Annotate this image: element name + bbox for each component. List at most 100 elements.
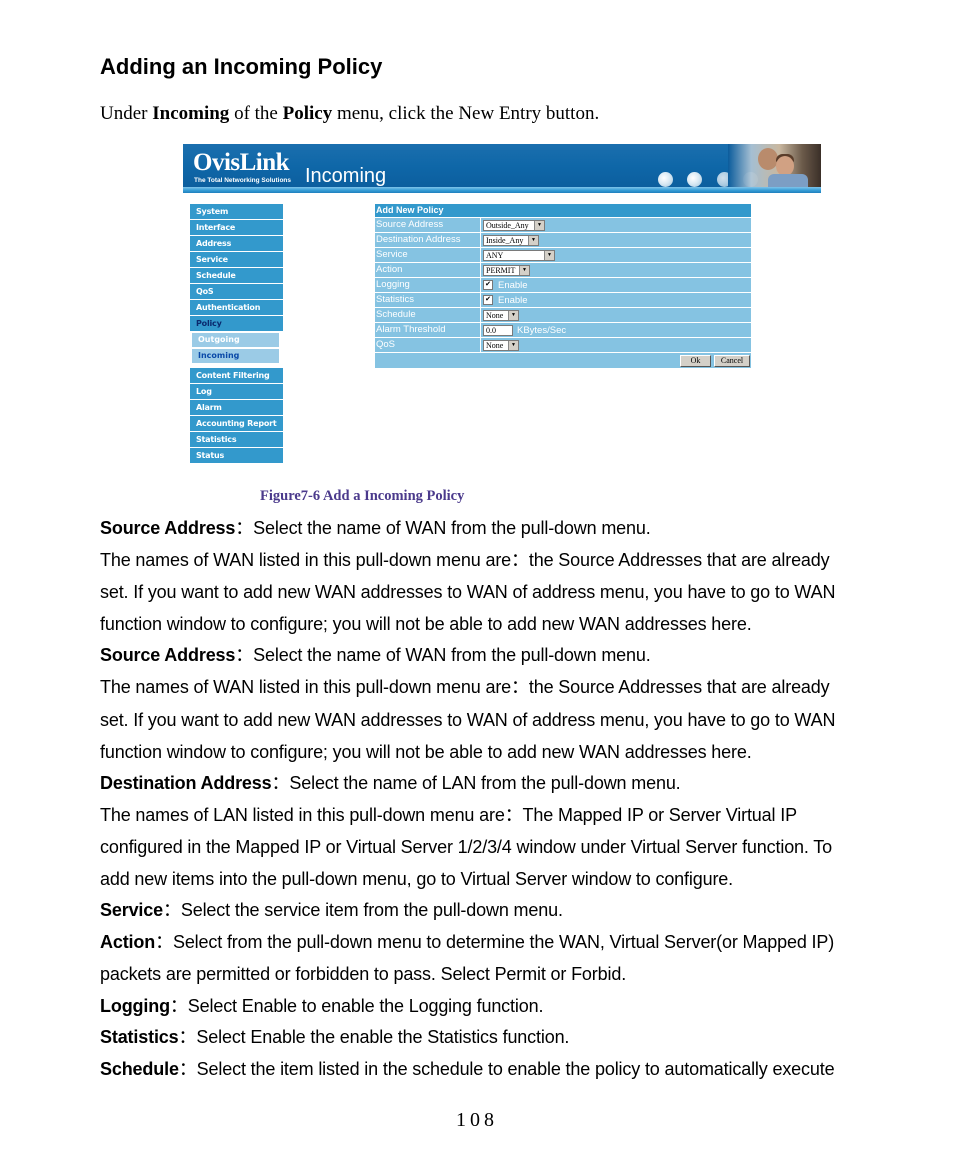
sidebar-item-authentication[interactable]: Authentication — [190, 300, 283, 315]
definition: The names of WAN listed in this pull-dow… — [100, 677, 830, 697]
source-address-value: Outside_Any — [486, 220, 529, 230]
chevron-down-icon: ▼ — [544, 250, 554, 260]
alarm-threshold-input[interactable]: 0.0 — [483, 324, 513, 336]
sidebar-item-service[interactable]: Service — [190, 252, 283, 267]
sidebar-item-schedule[interactable]: Schedule — [190, 268, 283, 283]
statistics-checkbox[interactable]: ✔ — [483, 295, 493, 305]
term: Source Address — [100, 518, 236, 538]
term: Action — [100, 932, 156, 952]
definition: ：Select the service item from the pull-d… — [163, 900, 563, 920]
paragraph-line: function window to configure; you will n… — [100, 614, 752, 634]
destination-address-label: Destination Address — [375, 233, 481, 247]
intro-paragraph: Under Incoming of the Policy menu, click… — [100, 103, 599, 125]
logging-checkbox[interactable]: ✔ — [483, 280, 493, 290]
service-value: ANY — [486, 250, 504, 260]
sidebar-item-content-filtering[interactable]: Content Filtering — [190, 368, 283, 383]
globe-icon — [658, 172, 673, 187]
service-label: Service — [375, 248, 481, 262]
logging-row: Logging ✔ Enable — [375, 277, 751, 292]
alarm-threshold-label: Alarm Threshold — [375, 323, 481, 337]
paragraph-line: function window to configure; you will n… — [100, 742, 752, 762]
qos-select[interactable]: None ▼ — [483, 339, 519, 351]
definition: packets are permitted or forbidden to pa… — [100, 964, 627, 984]
sidebar-item-address[interactable]: Address — [190, 236, 283, 251]
definition: set. If you want to add new WAN addresse… — [100, 710, 836, 730]
paragraph-line: configured in the Mapped IP or Virtual S… — [100, 837, 832, 857]
action-select[interactable]: PERMIT ▼ — [483, 264, 530, 276]
paragraph-line: Source Address：Select the name of WAN fr… — [100, 645, 651, 665]
sidebar-item-status[interactable]: Status — [190, 448, 283, 463]
app-banner: OvisLink The Total Networking Solutions … — [183, 144, 821, 193]
chevron-down-icon: ▼ — [508, 340, 518, 350]
service-select[interactable]: ANY ▼ — [483, 249, 555, 261]
sidebar-item-qos[interactable]: QoS — [190, 284, 283, 299]
paragraph-line: Schedule：Select the item listed in the s… — [100, 1059, 835, 1079]
logging-enable-label: Enable — [498, 279, 528, 291]
paragraph-line: packets are permitted or forbidden to pa… — [100, 964, 626, 984]
paragraph-line: Action：Select from the pull-down menu to… — [100, 932, 834, 952]
definition: configured in the Mapped IP or Virtual S… — [100, 837, 833, 857]
policy-submenu: Outgoing Incoming — [192, 332, 279, 366]
definition: set. If you want to add new WAN addresse… — [100, 582, 836, 602]
ovislink-logo: OvisLink — [193, 149, 290, 176]
banner-stripe — [183, 187, 821, 193]
intro-mid: of the — [229, 103, 283, 124]
cancel-button[interactable]: Cancel — [714, 354, 750, 367]
alarm-threshold-row: Alarm Threshold 0.0 KBytes/Sec — [375, 322, 751, 337]
embedded-screenshot: OvisLink The Total Networking Solutions … — [183, 144, 821, 466]
paragraph-line: Logging：Select Enable to enable the Logg… — [100, 996, 543, 1016]
definition: ：Select Enable the enable the Statistics… — [178, 1027, 570, 1047]
destination-address-row: Destination Address Inside_Any ▼ — [375, 232, 751, 247]
definition: The names of WAN listed in this pull-dow… — [100, 550, 830, 570]
sidebar-item-policy[interactable]: Policy — [190, 316, 283, 331]
definition: ：Select Enable to enable the Logging fun… — [169, 996, 544, 1016]
action-row: Action PERMIT ▼ — [375, 262, 751, 277]
logging-label: Logging — [375, 278, 481, 292]
qos-row: QoS None ▼ — [375, 337, 751, 352]
sidebar-item-log[interactable]: Log — [190, 384, 283, 399]
paragraph-line: The names of WAN listed in this pull-dow… — [100, 550, 830, 570]
page-number: 108 — [456, 1109, 498, 1131]
service-row: Service ANY ▼ — [375, 247, 751, 262]
intro-prefix: Under — [100, 103, 153, 124]
schedule-select[interactable]: None ▼ — [483, 309, 519, 321]
chevron-down-icon: ▼ — [534, 220, 544, 230]
ok-button[interactable]: Ok — [680, 354, 711, 367]
sidebar-item-interface[interactable]: Interface — [190, 220, 283, 235]
figure-caption: Figure7-6 Add a Incoming Policy — [260, 488, 465, 504]
action-label: Action — [375, 263, 481, 277]
statistics-label: Statistics — [375, 293, 481, 307]
chevron-down-icon: ▼ — [508, 310, 518, 320]
chevron-down-icon: ▼ — [519, 265, 529, 275]
statistics-enable-label: Enable — [498, 294, 528, 306]
sidebar-item-statistics[interactable]: Statistics — [190, 432, 283, 447]
definition: ：Select the item listed in the schedule … — [178, 1059, 835, 1079]
globe-icon — [687, 172, 702, 187]
form-buttons-row: Ok Cancel — [375, 352, 751, 368]
destination-address-value: Inside_Any — [486, 235, 524, 245]
source-address-select[interactable]: Outside_Any ▼ — [483, 219, 545, 231]
submenu-item-outgoing[interactable]: Outgoing — [192, 333, 279, 347]
term: Service — [100, 900, 164, 920]
source-address-row: Source Address Outside_Any ▼ — [375, 217, 751, 232]
sidebar-item-accounting-report[interactable]: Accounting Report — [190, 416, 283, 431]
form-title: Add New Policy — [375, 204, 751, 217]
action-value: PERMIT — [486, 265, 516, 275]
destination-address-select[interactable]: Inside_Any ▼ — [483, 234, 539, 246]
banner-photo — [728, 144, 821, 187]
paragraph-line: Destination Address：Select the name of L… — [100, 773, 681, 793]
sidebar-menu: System Interface Address Service Schedul… — [190, 204, 283, 464]
definition: The names of LAN listed in this pull-dow… — [100, 805, 797, 825]
statistics-row: Statistics ✔ Enable — [375, 292, 751, 307]
sidebar-item-alarm[interactable]: Alarm — [190, 400, 283, 415]
submenu-item-incoming[interactable]: Incoming — [192, 349, 279, 363]
definition: ：Select the name of WAN from the pull-do… — [235, 645, 651, 665]
paragraph-line: add new items into the pull-down menu, g… — [100, 869, 733, 889]
term: Statistics — [100, 1027, 179, 1047]
schedule-row: Schedule None ▼ — [375, 307, 751, 322]
intro-suffix: menu, click the New Entry button. — [332, 103, 600, 124]
term: Destination Address — [100, 773, 272, 793]
paragraph-line: Source Address：Select the name of WAN fr… — [100, 518, 651, 538]
sidebar-item-system[interactable]: System — [190, 204, 283, 219]
paragraph-line: Service：Select the service item from the… — [100, 900, 563, 920]
